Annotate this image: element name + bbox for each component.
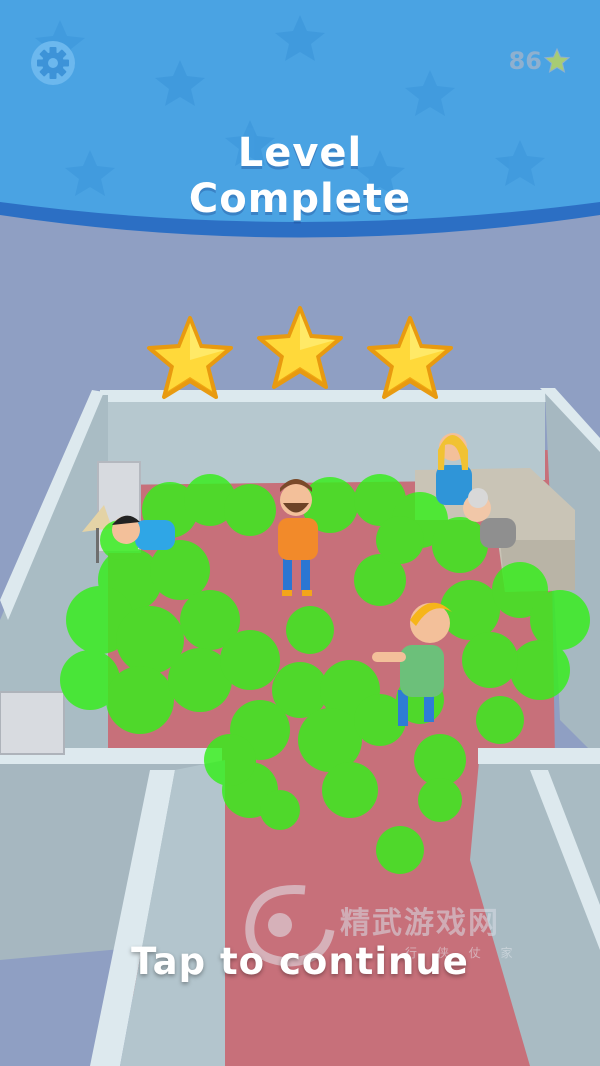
rating-star-icon [147,316,233,399]
gear-icon [31,41,75,85]
title-line-2: Complete [188,176,412,222]
header-banner: 86 Level Complete [0,0,600,250]
settings-button[interactable] [30,40,76,86]
level-complete-title: Level Complete [0,130,600,222]
rating-star-icon [367,316,453,399]
watermark-text: 精武游戏网 [340,906,500,941]
star-rating [140,300,460,410]
star-icon [544,48,570,74]
tap-to-continue[interactable]: Tap to continue [0,940,600,983]
rating-star-icon [257,306,343,389]
coin-count: 86 [508,47,542,75]
title-line-1: Level [237,130,363,176]
character-woman-blonde [436,433,472,505]
coin-counter: 86 [509,44,570,78]
